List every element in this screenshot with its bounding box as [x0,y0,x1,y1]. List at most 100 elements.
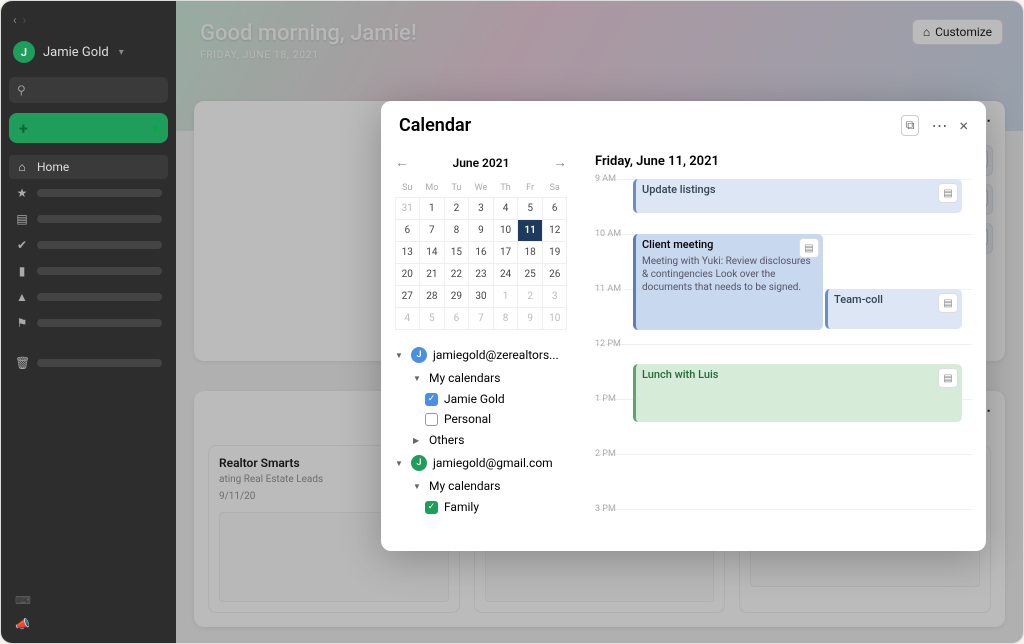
calendar-day[interactable]: 10 [542,307,568,330]
megaphone-icon[interactable]: 📣 [15,617,30,631]
caret-icon: ▼ [395,459,405,468]
calendar-day[interactable]: 26 [542,263,568,286]
calendar-day[interactable]: 28 [419,285,445,308]
checkbox[interactable]: ✓ [425,393,438,406]
calendar-group[interactable]: ▼My calendars [395,475,567,497]
account-row[interactable]: ▼Jjamiegold@gmail.com [395,451,567,475]
calendar-day[interactable]: 5 [517,197,543,220]
calendar-day[interactable]: 22 [444,263,470,286]
calendar-day[interactable]: 10 [493,219,519,242]
calendar-day[interactable]: 2 [517,285,543,308]
next-month-button[interactable]: → [553,154,567,171]
caret-icon: ▶ [413,436,423,445]
nav-item[interactable]: ▮ [9,259,168,283]
calendar-day[interactable]: 9 [517,307,543,330]
calendar-day[interactable]: 3 [542,285,568,308]
calendar-day[interactable]: 27 [395,285,421,308]
calendar-toggle[interactable]: Personal [395,409,567,429]
calendar-day[interactable]: 8 [444,219,470,242]
nav-item[interactable]: ▤ [9,207,168,231]
nav-item[interactable]: ✔ [9,233,168,257]
calendar-name: Personal [444,412,491,426]
more-icon[interactable]: ⋯ [931,116,947,135]
add-button[interactable]: + ▾ [9,113,168,143]
event-action-icon[interactable]: ▤ [938,293,958,313]
nav-home[interactable]: ⌂ Home [9,155,168,179]
expand-icon[interactable]: ⧉ [901,115,920,136]
tag-icon: ▮ [15,264,29,278]
calendar-day[interactable]: 13 [395,241,421,264]
event-title: Lunch with Luis [642,368,956,381]
calendar-event[interactable]: Lunch with Luis▤ [633,364,962,422]
calendar-day[interactable]: 31 [395,197,421,220]
account-row[interactable]: ▼Jjamiegold@zerealtors... [395,343,567,367]
sidebar: ‹ › J Jamie Gold ▾ ⚲ + ▾ ⌂ Home ★ ▤ ✔ ▮ … [1,1,176,643]
calendar-day[interactable]: 11 [517,219,543,242]
day-view: Friday, June 11, 2021 9 AM10 AM11 AM12 P… [581,142,986,551]
calendar-day[interactable]: 20 [395,263,421,286]
event-action-icon[interactable]: ▤ [938,183,958,203]
calendar-day[interactable]: 4 [493,197,519,220]
calendar-day[interactable]: 3 [468,197,494,220]
hour-slot: 3 PM [595,509,972,551]
calendar-day[interactable]: 6 [542,197,568,220]
dow-label: Th [493,179,518,197]
prev-month-button[interactable]: ← [395,154,409,171]
calendar-day[interactable]: 17 [493,241,519,264]
calendar-day[interactable]: 7 [419,219,445,242]
calendar-day[interactable]: 8 [493,307,519,330]
hour-label: 2 PM [595,449,616,459]
calendar-day[interactable]: 7 [468,307,494,330]
sidebar-footer: ⌨ [9,588,168,613]
nav-item[interactable]: ★ [9,181,168,205]
forward-arrow-icon[interactable]: › [23,13,27,27]
nav-arrows: ‹ › [9,9,168,35]
calendar-group[interactable]: ▼My calendars [395,367,567,389]
calendar-toggle[interactable]: ✓Jamie Gold [395,389,567,409]
calendar-day[interactable]: 25 [517,263,543,286]
group-name: My calendars [429,371,500,385]
event-action-icon[interactable]: ▤ [799,238,819,258]
user-menu[interactable]: J Jamie Gold ▾ [9,35,168,73]
close-icon[interactable]: × [959,116,968,135]
calendar-day[interactable]: 19 [542,241,568,264]
calendar-day[interactable]: 9 [468,219,494,242]
calendar-day[interactable]: 15 [444,241,470,264]
search-input[interactable]: ⚲ [9,77,168,103]
calendar-group[interactable]: ▶Others [395,429,567,451]
nav-item[interactable]: 🗑 [9,351,168,375]
calendar-event[interactable]: Client meetingMeeting with Yuki: Review … [633,234,823,330]
calendar-day[interactable]: 5 [419,307,445,330]
keyboard-icon[interactable]: ⌨ [15,594,31,607]
calendar-day[interactable]: 6 [395,219,421,242]
back-arrow-icon[interactable]: ‹ [13,13,17,27]
calendar-day[interactable]: 14 [419,241,445,264]
calendar-day[interactable]: 6 [444,307,470,330]
calendar-day[interactable]: 23 [468,263,494,286]
calendar-day[interactable]: 18 [517,241,543,264]
nav-item[interactable]: ⚑ [9,311,168,335]
calendar-day[interactable]: 24 [493,263,519,286]
calendar-event[interactable]: Update listings▤ [633,179,962,213]
calendar-day[interactable]: 16 [468,241,494,264]
calendar-toggle[interactable]: ✓Family [395,497,567,517]
hour-label: 3 PM [595,504,616,514]
checkbox[interactable]: ✓ [425,501,438,514]
group-name: My calendars [429,479,500,493]
checkbox[interactable] [425,413,438,426]
calendar-day[interactable]: 2 [444,197,470,220]
calendar-accounts: ▼Jjamiegold@zerealtors...▼My calendars✓J… [395,343,567,517]
dow-label: Sa [542,179,567,197]
chevron-down-icon: ▾ [119,47,124,58]
nav-item[interactable]: ▲ [9,285,168,309]
calendar-day[interactable]: 1 [419,197,445,220]
calendar-day[interactable]: 1 [493,285,519,308]
star-icon: ★ [15,186,29,200]
calendar-day[interactable]: 4 [395,307,421,330]
event-action-icon[interactable]: ▤ [938,368,958,388]
calendar-event[interactable]: Team-coll▤ [825,289,962,329]
calendar-day[interactable]: 29 [444,285,470,308]
calendar-day[interactable]: 12 [542,219,568,242]
calendar-day[interactable]: 30 [468,285,494,308]
calendar-day[interactable]: 21 [419,263,445,286]
